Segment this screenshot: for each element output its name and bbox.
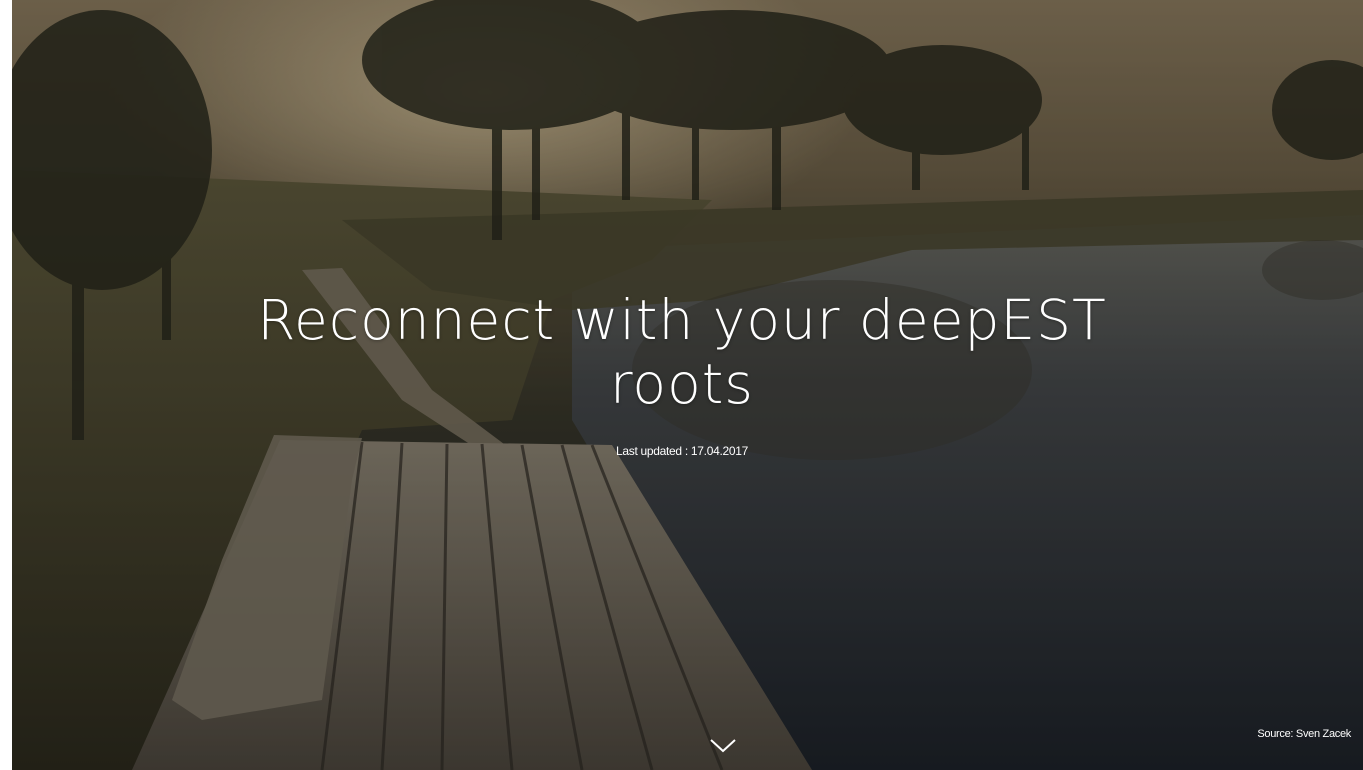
hero-title: Reconnect with your deepEST roots [12, 288, 1363, 416]
last-updated-text: Last updated : 17.04.2017 [616, 444, 748, 458]
image-source-credit: Source: Sven Zacek [1257, 728, 1351, 740]
hero-section: Reconnect with your deepEST roots Last u… [12, 0, 1363, 770]
scroll-down-button[interactable] [708, 734, 738, 756]
hero-title-line2: roots [610, 352, 754, 416]
chevron-down-icon [710, 739, 736, 753]
hero-title-line1: Reconnect with your deepEST [257, 288, 1107, 352]
